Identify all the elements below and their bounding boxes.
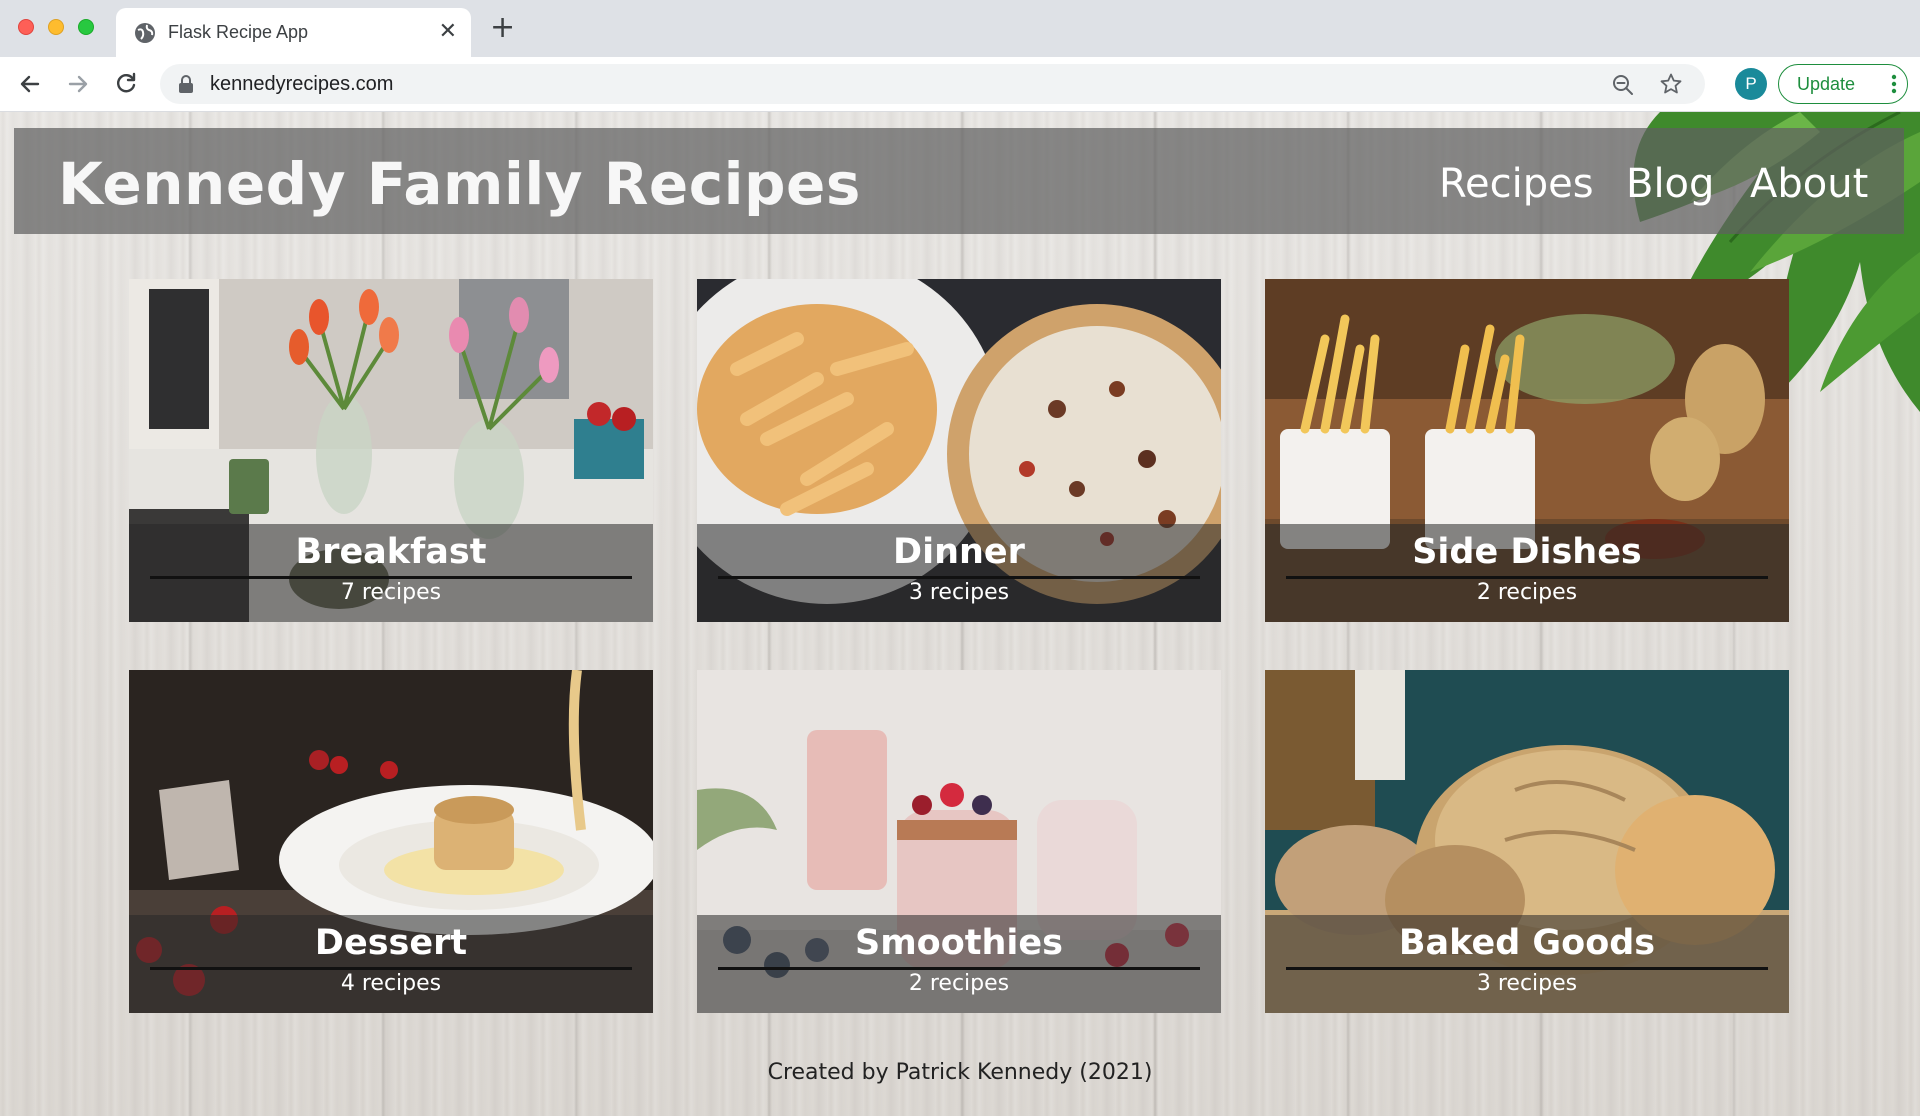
nav-blog-link[interactable]: Blog bbox=[1626, 161, 1714, 207]
category-card-side-dishes[interactable]: Side Dishes 2 recipes bbox=[1265, 279, 1789, 622]
forward-arrow-icon[interactable] bbox=[64, 70, 92, 98]
divider bbox=[1286, 967, 1768, 970]
recipe-count: 2 recipes bbox=[908, 971, 1010, 996]
divider bbox=[1286, 576, 1768, 579]
category-card-smoothies[interactable]: Smoothies 2 recipes bbox=[697, 670, 1221, 1013]
card-caption: Dinner 3 recipes bbox=[697, 524, 1221, 622]
card-caption: Baked Goods 3 recipes bbox=[1265, 915, 1789, 1013]
divider bbox=[150, 576, 632, 579]
update-button[interactable]: Update bbox=[1778, 64, 1908, 104]
category-title: Smoothies bbox=[855, 923, 1063, 963]
nav-recipes-link[interactable]: Recipes bbox=[1439, 161, 1594, 207]
category-title: Dessert bbox=[314, 923, 468, 963]
divider bbox=[718, 967, 1200, 970]
recipe-count: 4 recipes bbox=[340, 971, 442, 996]
profile-avatar[interactable]: P bbox=[1735, 68, 1767, 100]
card-caption: Dessert 4 recipes bbox=[129, 915, 653, 1013]
recipe-count: 3 recipes bbox=[1476, 971, 1578, 996]
reload-icon[interactable] bbox=[112, 70, 140, 98]
category-title: Baked Goods bbox=[1398, 923, 1656, 963]
browser-tab-strip: Flask Recipe App ✕ + bbox=[0, 0, 1920, 57]
nav-about-link[interactable]: About bbox=[1750, 161, 1868, 207]
category-card-dessert[interactable]: Dessert 4 recipes bbox=[129, 670, 653, 1013]
page-footer: Created by Patrick Kennedy (2021) bbox=[767, 1060, 1153, 1085]
divider bbox=[718, 576, 1200, 579]
close-tab-icon[interactable]: ✕ bbox=[439, 20, 457, 44]
update-label: Update bbox=[1797, 74, 1856, 94]
maximize-window-button[interactable] bbox=[78, 19, 94, 35]
card-caption: Side Dishes 2 recipes bbox=[1265, 524, 1789, 622]
bookmark-star-icon[interactable] bbox=[1659, 72, 1683, 96]
site-title[interactable]: Kennedy Family Recipes bbox=[58, 150, 861, 218]
category-title: Side Dishes bbox=[1412, 532, 1642, 572]
back-arrow-icon[interactable] bbox=[16, 70, 44, 98]
lock-icon[interactable] bbox=[178, 75, 194, 93]
card-caption: Smoothies 2 recipes bbox=[697, 915, 1221, 1013]
divider bbox=[150, 967, 632, 970]
globe-icon bbox=[135, 23, 155, 43]
category-card-breakfast[interactable]: Breakfast 7 recipes bbox=[129, 279, 653, 622]
close-window-button[interactable] bbox=[18, 19, 34, 35]
more-vertical-icon bbox=[1891, 74, 1897, 94]
category-card-baked-goods[interactable]: Baked Goods 3 recipes bbox=[1265, 670, 1789, 1013]
zoom-out-icon[interactable] bbox=[1611, 73, 1635, 97]
card-caption: Breakfast 7 recipes bbox=[129, 524, 653, 622]
address-bar[interactable]: kennedyrecipes.com bbox=[160, 64, 1705, 104]
minimize-window-button[interactable] bbox=[48, 19, 64, 35]
category-title: Dinner bbox=[893, 532, 1025, 572]
recipe-count: 3 recipes bbox=[908, 580, 1010, 605]
site-header: Kennedy Family Recipes Recipes Blog Abou… bbox=[14, 128, 1904, 234]
page-content: Kennedy Family Recipes Recipes Blog Abou… bbox=[0, 112, 1920, 1116]
new-tab-button[interactable]: + bbox=[490, 13, 515, 43]
tab-title: Flask Recipe App bbox=[168, 22, 309, 42]
category-card-dinner[interactable]: Dinner 3 recipes bbox=[697, 279, 1221, 622]
url-text[interactable]: kennedyrecipes.com bbox=[210, 73, 393, 96]
category-title: Breakfast bbox=[295, 532, 487, 572]
browser-toolbar: kennedyrecipes.com P Update bbox=[0, 57, 1920, 112]
browser-tab[interactable]: Flask Recipe App ✕ bbox=[116, 8, 471, 57]
recipe-count: 7 recipes bbox=[340, 580, 442, 605]
recipe-count: 2 recipes bbox=[1476, 580, 1578, 605]
